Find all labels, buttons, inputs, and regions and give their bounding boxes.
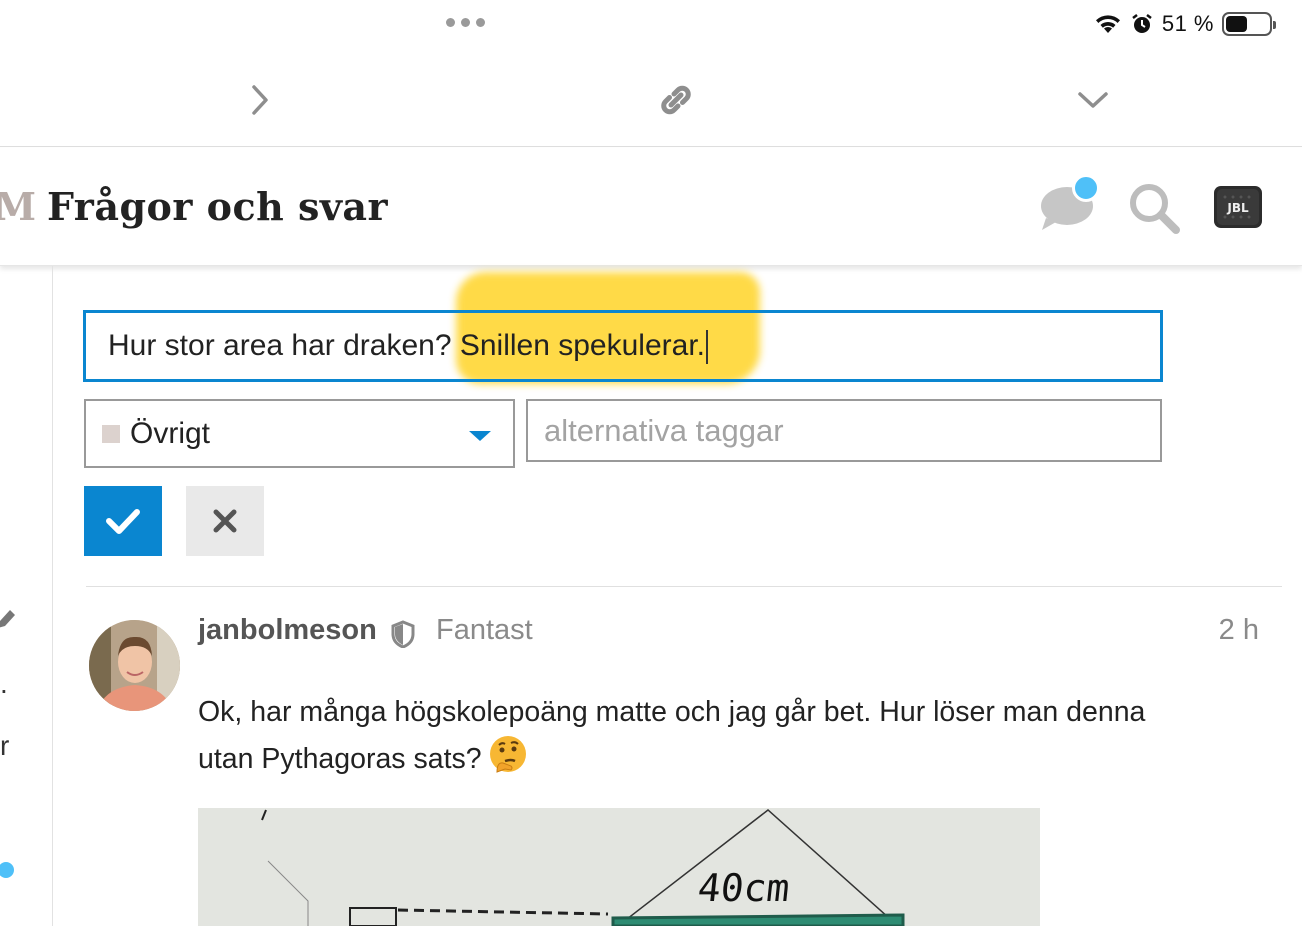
user-title: Fantast	[436, 614, 533, 646]
pencil-icon[interactable]	[0, 606, 16, 639]
text-cursor	[705, 330, 708, 365]
page-title[interactable]: Frågor och svar	[47, 184, 388, 229]
unread-dot	[0, 862, 14, 878]
notification-dot	[1072, 174, 1100, 202]
post-text: utan Pythagoras sats?	[198, 743, 482, 776]
link-icon[interactable]	[656, 80, 696, 120]
post-image[interactable]: 40cm	[198, 808, 1040, 926]
thinking-face-icon	[488, 734, 528, 787]
checkmark-icon	[106, 509, 140, 534]
battery-percent: 51 %	[1161, 11, 1214, 36]
chat-icon[interactable]	[1040, 174, 1100, 237]
chevron-right-icon[interactable]	[240, 80, 280, 120]
save-button[interactable]	[84, 486, 162, 556]
post-text-line-2: utan Pythagoras sats?	[198, 734, 1208, 787]
wifi-icon	[1095, 15, 1120, 33]
user-avatar-button[interactable]: JBL	[1213, 184, 1263, 235]
avatar[interactable]	[89, 620, 180, 711]
category-color-swatch	[102, 424, 120, 443]
site-header: M Frågor och svar JBL	[0, 148, 1302, 266]
battery-icon	[1222, 12, 1276, 36]
status-indicators: 51 %	[1094, 10, 1276, 38]
site-logo[interactable]: M	[0, 184, 36, 229]
post-username[interactable]: janbolmeson	[198, 614, 377, 647]
cancel-button[interactable]	[186, 486, 264, 556]
left-text-fragment: .	[0, 668, 8, 699]
shield-icon	[390, 620, 416, 653]
left-text-fragment: r	[0, 730, 10, 761]
alarm-icon	[1132, 14, 1152, 33]
status-bar: 51 %	[0, 0, 1302, 50]
svg-text:JBL: JBL	[1226, 201, 1249, 215]
tags-input[interactable]	[526, 399, 1162, 462]
topic-title-input[interactable]: Hur stor area har draken? Snillen spekul…	[83, 310, 1163, 382]
category-selected-label: Övrigt	[130, 416, 211, 450]
image-label: 40cm	[695, 866, 792, 910]
category-select[interactable]: Övrigt	[84, 399, 515, 468]
browser-toolbar	[0, 50, 1302, 147]
caret-down-icon	[469, 431, 491, 441]
title-input-value: Hur stor area har draken? Snillen spekul…	[108, 329, 705, 362]
chevron-down-icon[interactable]	[1073, 80, 1113, 120]
post-text-line: Ok, har många högskolepoäng matte och ja…	[198, 696, 1146, 728]
timeline-rule	[52, 266, 53, 926]
divider	[86, 586, 1282, 587]
multitasking-dots-icon[interactable]	[446, 18, 485, 27]
post-timestamp[interactable]: 2 h	[1219, 614, 1259, 647]
post-body: Ok, har många högskolepoäng matte och ja…	[198, 690, 1208, 787]
close-icon	[213, 509, 237, 533]
search-icon[interactable]	[1126, 180, 1182, 241]
